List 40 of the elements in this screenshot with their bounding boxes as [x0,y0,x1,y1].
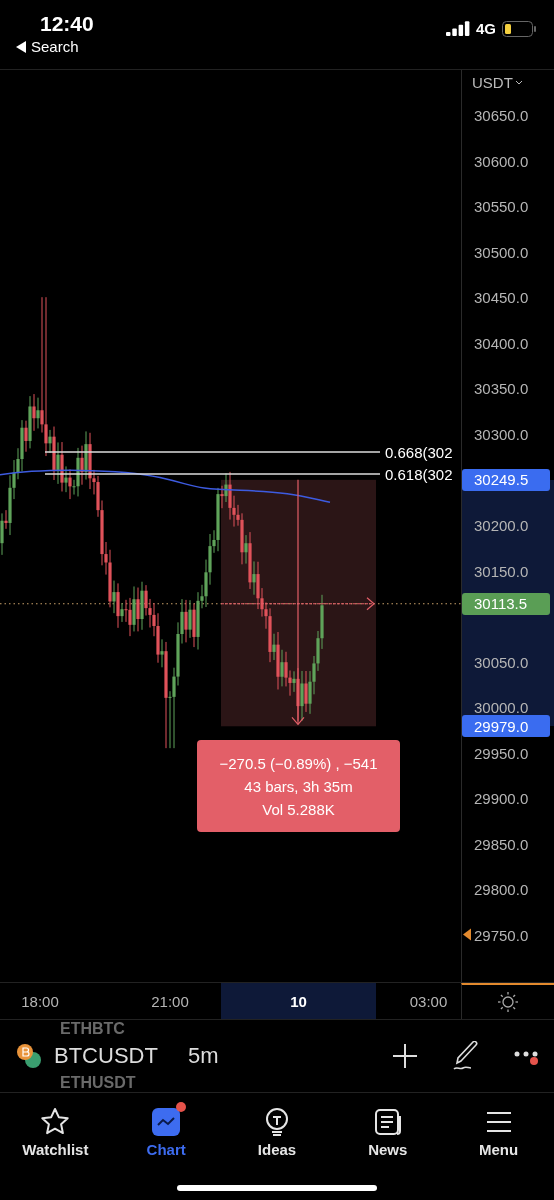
chart-icon [151,1107,182,1137]
nav-tab[interactable]: Chart [110,1101,222,1158]
chevron-icon [514,79,523,86]
tooltip-text: Vol 5.288K [262,800,335,818]
symbol-selector[interactable]: BTCUSDT [16,1043,158,1069]
nav-tab[interactable]: Menu [443,1101,554,1158]
newspaper-icon [372,1107,403,1137]
clock-time: 12:40 [39,12,94,36]
price-badge: 30249.5 [462,468,550,491]
symbol-suggestion: ETHBTC [60,1020,125,1038]
time-label: 18:00 [20,991,60,1012]
sun-icon [497,991,519,1013]
currency-selector[interactable]: USDT [472,74,523,91]
add-button[interactable] [392,1043,418,1069]
symbol-suggestion: ETHUSDT [60,1074,136,1092]
coin-pair-icon [16,1043,42,1069]
network-type: 4G [476,20,496,37]
price-label: 29750.0 [463,926,529,944]
signal-icon [446,21,470,36]
interval-selector[interactable]: 5m [187,1043,219,1069]
price-badge: 30113.5 [462,592,550,615]
star-icon [40,1107,71,1137]
time-label: 03:00 [408,991,449,1012]
battery-icon [502,20,536,37]
nav-tab[interactable]: Ideas [221,1101,333,1158]
nav-tab[interactable]: News [332,1101,444,1158]
tooltip-text: −270.5 (−0.89%) , −541 [219,754,378,772]
drawing-tools-button[interactable] [452,1041,480,1071]
fib-level-label: 0.668(302 [385,443,453,461]
back-icon [16,40,26,53]
nav-tab[interactable]: Watchlist [0,1101,111,1158]
time-label: 10 [221,983,376,1019]
theme-toggle-button[interactable] [461,983,554,1019]
plus-icon [392,1043,418,1069]
tooltip-text: 43 bars, 3h 35m [244,777,353,795]
back-link[interactable]: Search [16,38,94,55]
price-badge: 29979.0 [462,715,550,738]
time-label: 21:00 [150,991,190,1012]
fib-level-label: 0.618(302 [385,465,453,483]
pen-icon [452,1041,480,1071]
